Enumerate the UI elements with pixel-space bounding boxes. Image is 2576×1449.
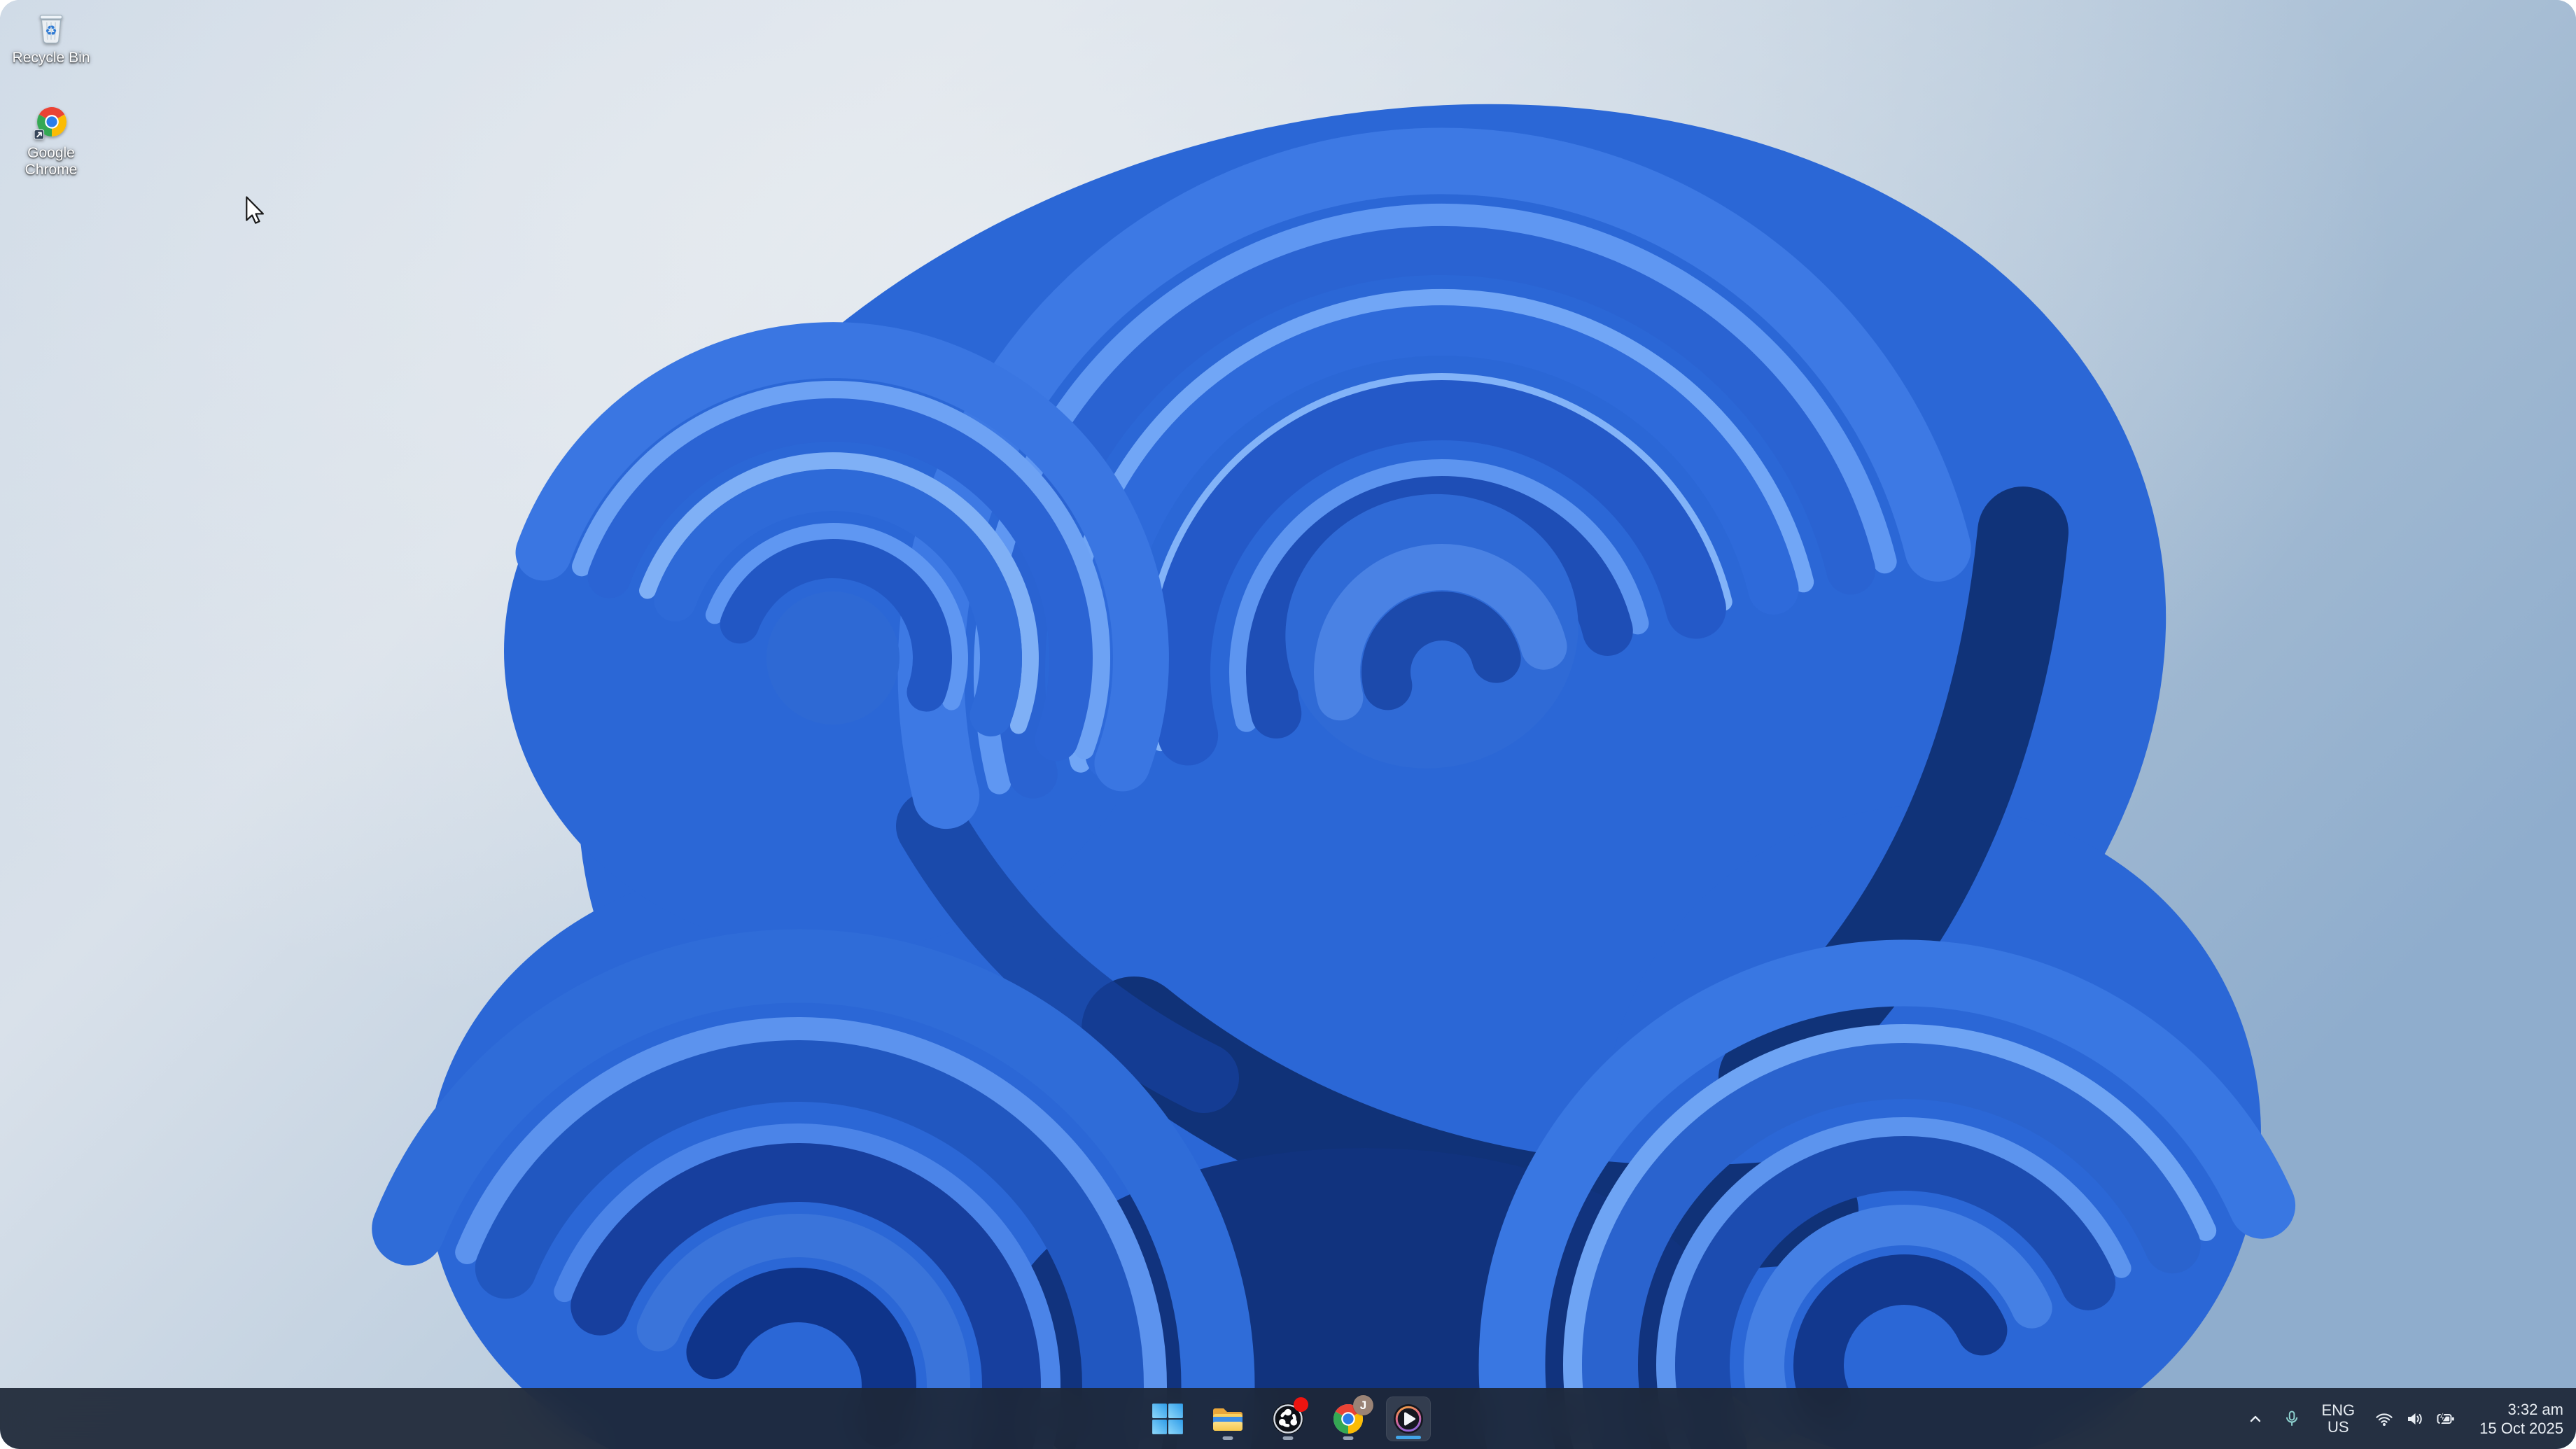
media-player-icon [1394, 1404, 1423, 1434]
running-indicator [1282, 1436, 1294, 1440]
chevron-up-icon [2250, 1415, 2261, 1422]
windows-start-icon [1152, 1403, 1183, 1434]
battery-charging-icon [2437, 1411, 2454, 1424]
chrome-button[interactable]: J [1326, 1394, 1373, 1441]
wifi-icon [2376, 1413, 2393, 1426]
chrome-profile-badge: J [1353, 1394, 1373, 1415]
running-indicator [1343, 1436, 1354, 1440]
wallpaper-bloom [0, 0, 2576, 1449]
mouse-cursor [246, 196, 264, 224]
taskbar-app-icons: J [1145, 1394, 1431, 1441]
volume-icon [2408, 1413, 2422, 1424]
tray-overflow-button[interactable] [2239, 1397, 2272, 1441]
microphone-in-use-button[interactable] [2275, 1397, 2309, 1441]
clock-time: 3:32 am [2507, 1400, 2564, 1418]
file-explorer-button[interactable] [1205, 1396, 1250, 1441]
notification-dot [1294, 1396, 1308, 1412]
svg-text:♻: ♻ [45, 22, 57, 38]
desktop: ♻ Recycle Bin Google Chrome J ENG US 3:3… [0, 0, 2576, 1449]
running-indicator [1222, 1436, 1233, 1440]
desktop-icon-label: Recycle Bin [12, 50, 90, 66]
language-line1: ENG [2321, 1401, 2356, 1419]
obs-studio-button[interactable] [1266, 1396, 1310, 1441]
taskbar: J ENG US 3:32 am 15 Oct 2025 [0, 1388, 2576, 1449]
language-switcher[interactable]: ENG US [2311, 1397, 2365, 1441]
google-chrome-icon [34, 106, 67, 140]
language-line2: US [2328, 1418, 2349, 1436]
desktop-icon-recycle-bin[interactable]: ♻ Recycle Bin [0, 10, 104, 66]
start-button[interactable] [1145, 1396, 1190, 1441]
clock-date: 15 Oct 2025 [2479, 1419, 2563, 1437]
desktop-icon-label: Google Chrome [24, 145, 78, 178]
clock-button[interactable]: 3:32 am 15 Oct 2025 [2465, 1397, 2566, 1441]
recycle-bin-icon: ♻ [39, 15, 63, 44]
media-player-button[interactable] [1386, 1396, 1431, 1441]
active-indicator [1396, 1435, 1421, 1439]
system-tray: ENG US 3:32 am 15 Oct 2025 [2239, 1388, 2566, 1449]
microphone-icon [2286, 1410, 2298, 1426]
file-explorer-icon [1213, 1408, 1242, 1431]
network-volume-battery-button[interactable] [2367, 1397, 2463, 1441]
desktop-icon-google-chrome[interactable]: Google Chrome [0, 105, 104, 178]
